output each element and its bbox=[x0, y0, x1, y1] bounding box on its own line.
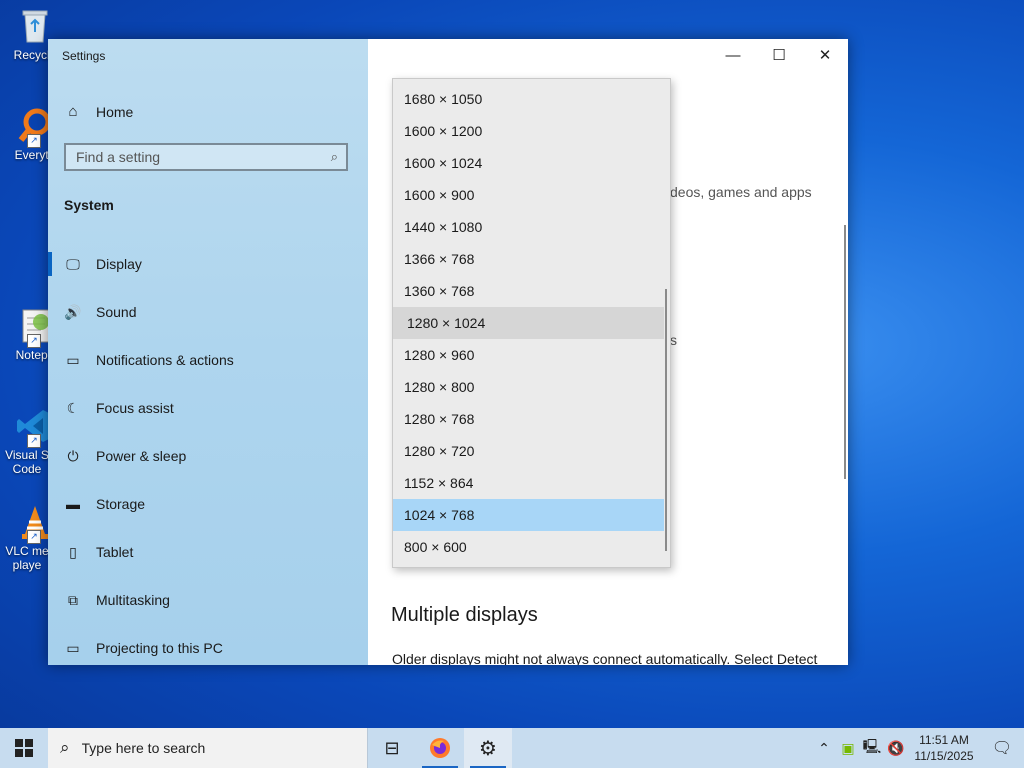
content-partial-char: s bbox=[670, 332, 677, 348]
nav-item-display[interactable]: 🖵 Display bbox=[48, 240, 368, 288]
search-icon: ⌕ bbox=[60, 738, 70, 757]
content-partial-text: deos, games and apps bbox=[670, 184, 812, 200]
shortcut-arrow-icon: ↗ bbox=[27, 434, 41, 448]
nav-item-projecting[interactable]: ▭ Projecting to this PC bbox=[48, 624, 368, 665]
nav-label: Multitasking bbox=[96, 592, 170, 608]
nav-item-storage[interactable]: ▬ Storage bbox=[48, 480, 368, 528]
settings-taskbar-button[interactable]: ⚙ bbox=[464, 728, 512, 768]
shortcut-arrow-icon: ↗ bbox=[27, 530, 41, 544]
nav-label: Tablet bbox=[96, 544, 134, 560]
start-button[interactable] bbox=[0, 728, 48, 768]
find-setting-input[interactable] bbox=[74, 148, 331, 166]
nav-item-sound[interactable]: 🔊 Sound bbox=[48, 288, 368, 336]
clock-date: 11/15/2025 bbox=[914, 749, 974, 763]
multiple-displays-text: Older displays might not always connect … bbox=[392, 651, 818, 665]
firefox-icon bbox=[430, 738, 450, 758]
clock[interactable]: 11:51 AM 11/15/2025 bbox=[908, 732, 980, 764]
windows-logo-icon bbox=[15, 739, 33, 757]
system-tray: ⌃ ▣ 🖳 🔇 11:51 AM 11/15/2025 🗨 bbox=[812, 728, 1024, 768]
multitasking-icon: ⧉ bbox=[68, 591, 78, 608]
taskbar: ⌕ ⊟ ⚙ ⌃ ▣ 🖳 🔇 11:51 AM 11/15/2025 🗨 bbox=[0, 728, 1024, 768]
resolution-option[interactable]: 1600 × 900 bbox=[393, 179, 664, 211]
nav-label: Power & sleep bbox=[96, 448, 187, 464]
taskbar-search-box[interactable]: ⌕ bbox=[48, 728, 368, 768]
resolution-option[interactable]: 1280 × 960 bbox=[393, 339, 664, 371]
volume-muted-icon[interactable]: 🔇 bbox=[884, 740, 908, 757]
resolution-option[interactable]: 1600 × 1024 bbox=[393, 147, 664, 179]
home-icon: ⌂ bbox=[68, 103, 78, 120]
taskbar-search-input[interactable] bbox=[79, 739, 334, 757]
network-icon[interactable]: 🖳 bbox=[860, 736, 884, 760]
shortcut-arrow-icon: ↗ bbox=[27, 134, 41, 148]
content-scrollbar[interactable] bbox=[844, 225, 846, 479]
resolution-option-selected[interactable]: 1024 × 768 bbox=[393, 499, 664, 531]
nav-label: Focus assist bbox=[96, 400, 174, 416]
home-label: Home bbox=[96, 103, 134, 120]
nav-item-notifications[interactable]: ▭ Notifications & actions bbox=[48, 336, 368, 384]
task-view-icon: ⊟ bbox=[384, 737, 400, 758]
resolution-option-hovered[interactable]: 1280 × 1024 bbox=[393, 307, 664, 339]
speaker-icon: 🔊 bbox=[64, 303, 82, 320]
desktop-icon-label: VLC me playe bbox=[5, 544, 49, 572]
nav-item-multitasking[interactable]: ⧉ Multitasking bbox=[48, 576, 368, 624]
project-icon: ▭ bbox=[66, 639, 80, 656]
resolution-option[interactable]: 1152 × 864 bbox=[393, 467, 664, 499]
resolution-dropdown: 1680 × 1050 1600 × 1200 1600 × 1024 1600… bbox=[392, 78, 671, 568]
tablet-icon: ▯ bbox=[69, 543, 77, 560]
resolution-option[interactable]: 1280 × 768 bbox=[393, 403, 664, 435]
moon-icon: ☾ bbox=[66, 399, 80, 416]
settings-gear-icon: ⚙ bbox=[479, 737, 497, 760]
resolution-option[interactable]: 1280 × 800 bbox=[393, 371, 664, 403]
firefox-taskbar-button[interactable] bbox=[416, 728, 464, 768]
find-setting-search[interactable]: ⌕ bbox=[64, 143, 348, 171]
shortcut-arrow-icon: ↗ bbox=[27, 334, 41, 348]
window-title: Settings bbox=[62, 49, 106, 63]
nvidia-icon[interactable]: ▣ bbox=[836, 740, 860, 757]
nav-label: Notifications & actions bbox=[96, 352, 234, 368]
resolution-option[interactable]: 1366 × 768 bbox=[393, 243, 664, 275]
power-icon: ⏻ bbox=[67, 447, 79, 464]
nav-label: Projecting to this PC bbox=[96, 640, 223, 656]
clock-time: 11:51 AM bbox=[919, 733, 969, 747]
search-icon: ⌕ bbox=[330, 149, 338, 164]
action-center-icon[interactable]: 🗨 bbox=[980, 738, 1024, 758]
resolution-option[interactable]: 1360 × 768 bbox=[393, 275, 664, 307]
resolution-option[interactable]: 1680 × 1050 bbox=[393, 83, 664, 115]
show-hidden-icons-chevron-icon[interactable]: ⌃ bbox=[812, 740, 836, 757]
resolution-option[interactable]: 1440 × 1080 bbox=[393, 211, 664, 243]
storage-icon: ▬ bbox=[66, 496, 80, 512]
nav-label: Sound bbox=[96, 304, 137, 320]
nav-label: Storage bbox=[96, 496, 146, 512]
desktop-icon-label: Visual S Code bbox=[5, 448, 49, 476]
section-heading-system: System bbox=[64, 197, 114, 213]
monitor-icon: 🖵 bbox=[66, 255, 80, 272]
settings-sidebar: Settings ⌂ Home ⌕ System 🖵 Display 🔊 Sound… bbox=[48, 39, 368, 665]
multiple-displays-heading: Multiple displays bbox=[391, 604, 538, 626]
nav-item-power-sleep[interactable]: ⏻ Power & sleep bbox=[48, 432, 368, 480]
resolution-option[interactable]: 1280 × 720 bbox=[393, 435, 664, 467]
resolution-option[interactable]: 800 × 600 bbox=[393, 531, 664, 563]
resolution-option[interactable]: 1600 × 1200 bbox=[393, 115, 664, 147]
nav-item-focus-assist[interactable]: ☾ Focus assist bbox=[48, 384, 368, 432]
nav-label: Display bbox=[96, 256, 142, 272]
task-view-button[interactable]: ⊟ bbox=[368, 728, 416, 768]
notification-icon: ▭ bbox=[66, 351, 80, 368]
system-nav-list: 🖵 Display 🔊 Sound ▭ Notifications & actions… bbox=[48, 240, 368, 665]
nav-item-tablet[interactable]: ▯ Tablet bbox=[48, 528, 368, 576]
home-nav-item[interactable]: ⌂ Home bbox=[64, 103, 133, 120]
dropdown-scrollbar[interactable] bbox=[665, 289, 667, 551]
resolution-list: 1680 × 1050 1600 × 1200 1600 × 1024 1600… bbox=[393, 79, 670, 563]
